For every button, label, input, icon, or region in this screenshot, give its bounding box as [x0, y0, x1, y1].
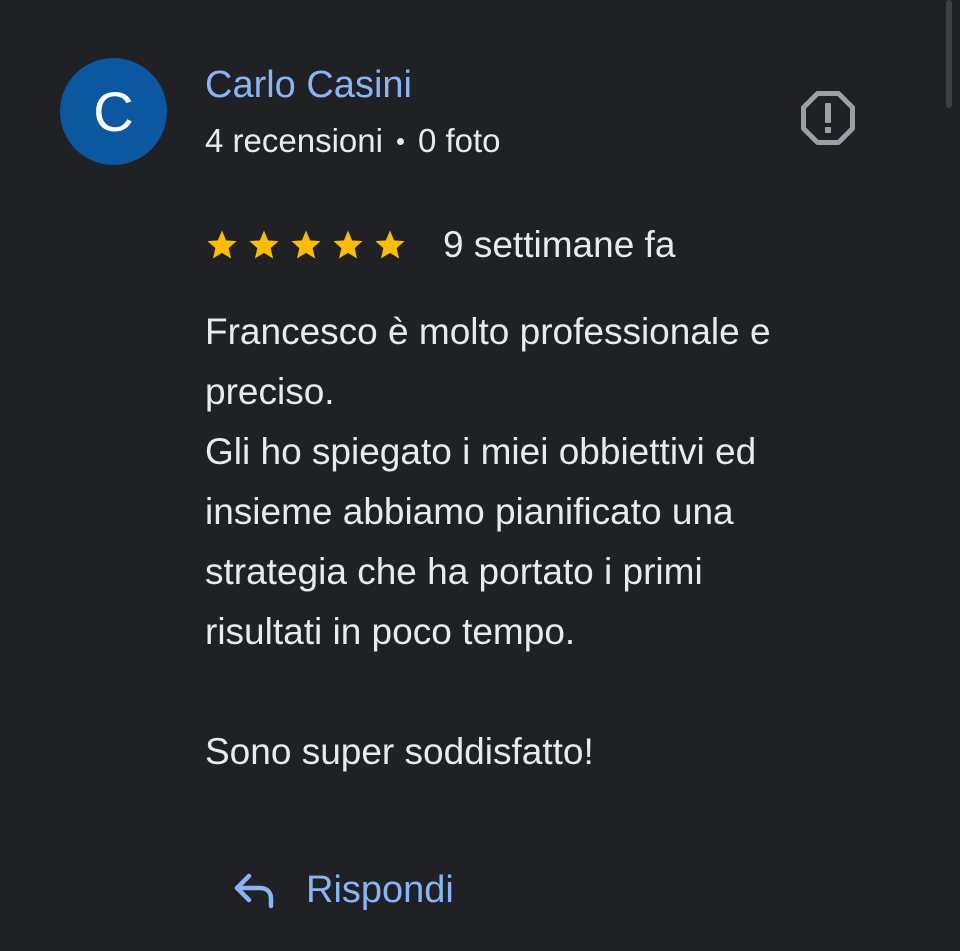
report-octagon-icon	[801, 91, 855, 145]
author-meta: 4 recensioni 0 foto	[205, 120, 501, 162]
star-icon	[375, 230, 405, 259]
report-button[interactable]	[798, 88, 858, 148]
review-text: Francesco è molto professionale e precis…	[205, 311, 771, 772]
meta-separator-dot	[396, 137, 404, 145]
rating-row: 9 settimane fa	[205, 222, 675, 268]
star-icon	[207, 230, 237, 259]
star-icon	[291, 230, 321, 259]
avatar[interactable]: C	[60, 58, 167, 165]
review-time: 9 settimane fa	[443, 224, 676, 265]
star-rating	[205, 228, 415, 262]
photos-count: 0 foto	[417, 122, 501, 159]
reply-label: Rispondi	[306, 869, 454, 911]
star-icon	[333, 230, 363, 259]
star-icon	[249, 230, 279, 259]
reply-button[interactable]: Rispondi	[232, 862, 454, 918]
avatar-initial: C	[93, 79, 134, 143]
review-card: C Carlo Casini 4 recensioni 0 foto 9 set…	[0, 0, 960, 951]
scrollbar[interactable]	[946, 0, 952, 108]
reply-arrow-icon	[234, 873, 274, 909]
author-name[interactable]: Carlo Casini	[205, 62, 412, 108]
reviews-count: 4 recensioni	[205, 122, 383, 159]
